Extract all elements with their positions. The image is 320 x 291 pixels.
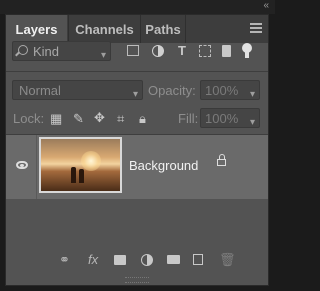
smart-object-filter-icon[interactable] (222, 45, 231, 57)
thumbnail-sun (81, 151, 101, 171)
adjustment-layer-filter-icon[interactable] (152, 45, 164, 57)
layers-bottom-toolbar: ⚭ fx 🗑︎ (6, 245, 268, 275)
type-layer-filter-icon[interactable]: T (176, 44, 188, 57)
lock-artboard-icon[interactable]: ⌗ (117, 111, 124, 127)
filter-kind-label: Kind (33, 44, 60, 59)
panel-menu-icon[interactable] (250, 23, 262, 33)
panel-titlebar: « (0, 0, 275, 14)
lock-label: Lock: (13, 111, 45, 126)
new-layer-icon[interactable] (193, 254, 203, 265)
add-layer-mask-icon[interactable] (114, 255, 126, 265)
fill-value: 100% (205, 111, 239, 126)
collapse-icon[interactable]: « (263, 0, 268, 11)
layers-list: Background (6, 135, 268, 230)
trash-icon[interactable]: 🗑︎ (219, 253, 236, 267)
resize-grip[interactable] (125, 277, 149, 283)
lock-position-icon[interactable]: ✥ (94, 110, 105, 126)
fx-icon[interactable]: fx (88, 253, 98, 267)
layer-name[interactable]: Background (129, 158, 198, 173)
chevron-down-icon: ▾ (132, 89, 138, 100)
chevron-down-icon: ▾ (100, 50, 106, 61)
tab-paths[interactable]: Paths (140, 15, 186, 43)
pixel-layer-filter-icon[interactable] (127, 45, 139, 56)
filter-toggle-icon[interactable] (242, 43, 252, 58)
opacity-label: Opacity: (148, 83, 196, 98)
opacity-field[interactable]: 100% ▾ (200, 80, 260, 100)
tab-channels[interactable]: Channels (68, 15, 140, 43)
layer-thumbnail (39, 137, 122, 193)
fill-label: Fill: (178, 111, 199, 126)
fill-field[interactable]: 100% ▾ (200, 108, 260, 128)
visibility-eye-icon[interactable] (16, 161, 28, 169)
new-group-folder-icon[interactable] (167, 255, 180, 264)
new-adjustment-layer-icon[interactable] (141, 254, 153, 266)
tab-layers[interactable]: Layers (6, 15, 67, 43)
lock-image-pixels-icon[interactable]: ✎ (73, 111, 84, 127)
filter-kind-select[interactable]: Kind ▾ (12, 41, 111, 61)
thumbnail-figure (71, 167, 76, 183)
divider (36, 135, 37, 199)
chevron-down-icon: ▾ (249, 89, 255, 100)
lock-transparent-pixels-icon[interactable]: ▦ (50, 111, 62, 127)
chevron-down-icon: ▾ (249, 117, 255, 128)
divider (6, 71, 268, 72)
shape-layer-filter-icon[interactable] (199, 45, 211, 57)
thumbnail-figure (79, 169, 84, 183)
lock-all-icon[interactable]: 🔒︎ (139, 111, 146, 127)
layers-panel: Layers Channels Paths Kind ▾ T Normal ▾ … (5, 14, 269, 286)
layer-lock-icon (217, 154, 226, 166)
blend-mode-select[interactable]: Normal ▾ (12, 80, 143, 100)
opacity-value: 100% (205, 83, 239, 98)
layer-row[interactable]: Background (6, 135, 268, 199)
blend-mode-value: Normal (19, 83, 61, 98)
link-layers-icon[interactable]: ⚭ (59, 253, 70, 267)
search-icon (18, 45, 28, 55)
panel-tabs: Layers Channels Paths (6, 15, 268, 43)
